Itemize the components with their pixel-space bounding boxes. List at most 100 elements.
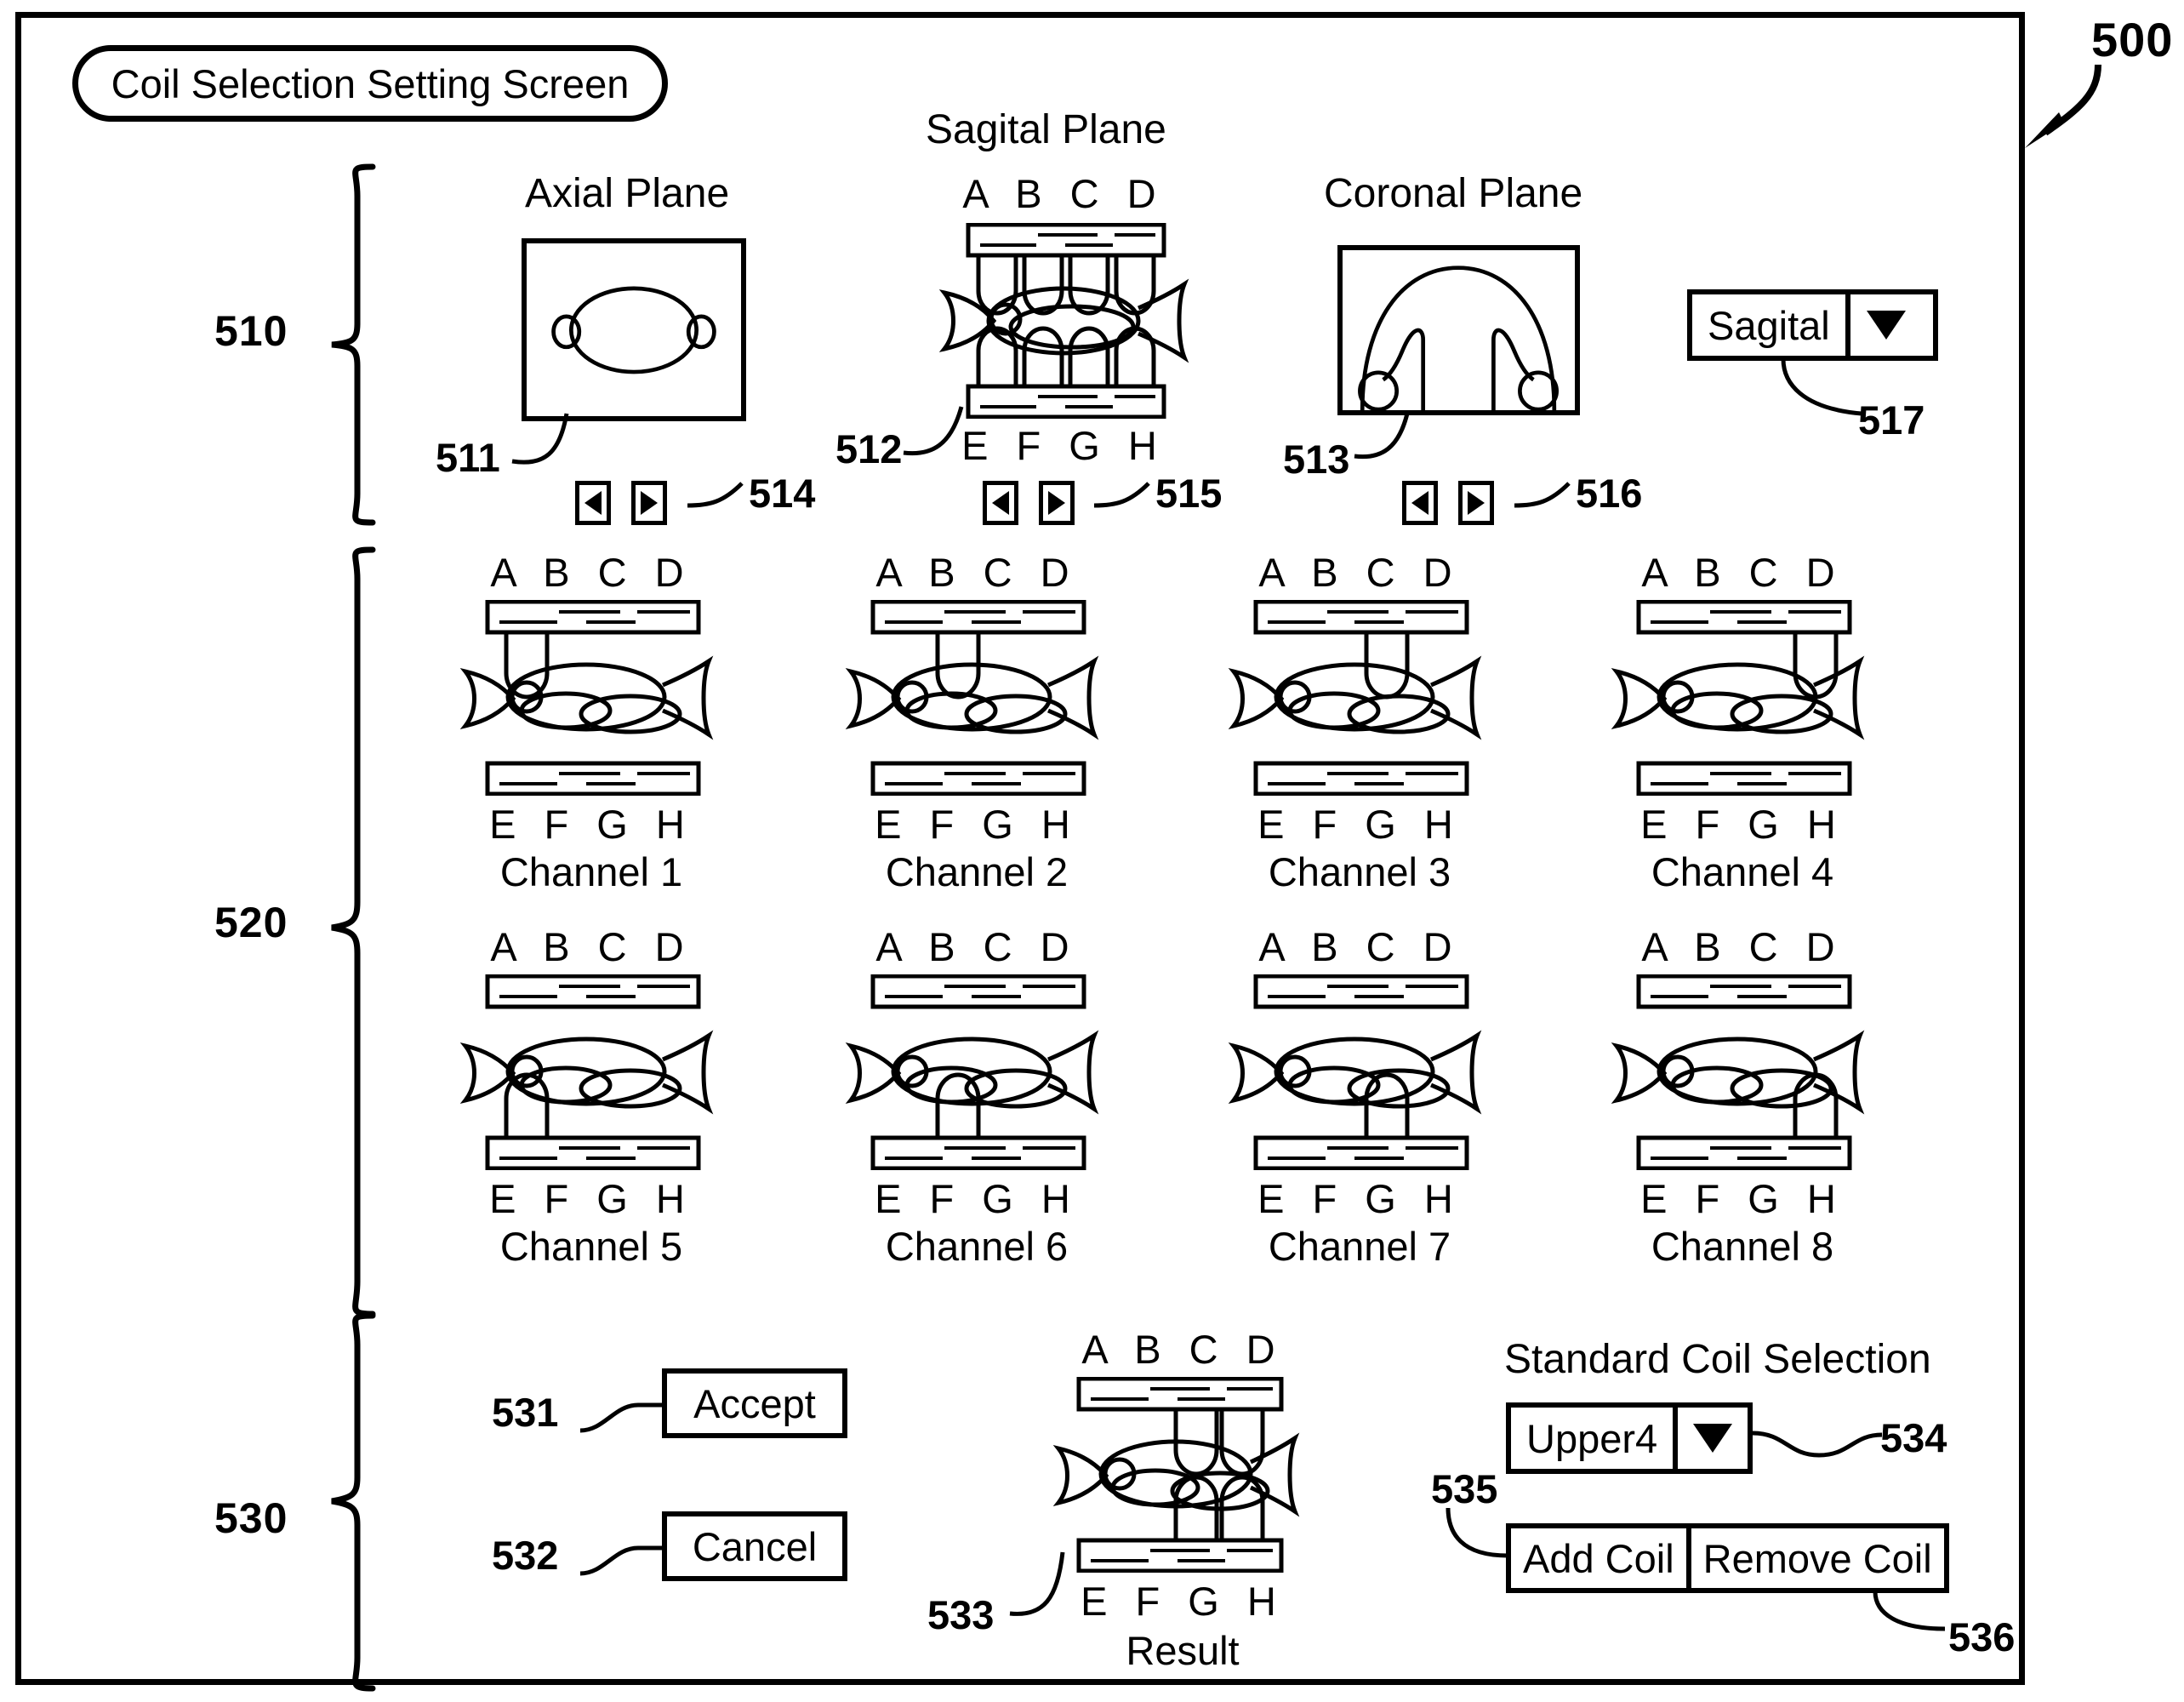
standard-coil-value: Upper4: [1526, 1415, 1658, 1461]
leader-534: [1752, 1431, 1883, 1458]
result-caption: Result: [1126, 1628, 1240, 1673]
triangle-down-icon: [1693, 1424, 1733, 1453]
sagital-plane-image: [938, 223, 1189, 419]
plane-select-value: Sagital: [1708, 302, 1830, 348]
page-title-text: Coil Selection Setting Screen: [111, 60, 630, 106]
result-top-letters: A B C D: [1081, 1327, 1284, 1372]
ref-531: 531: [492, 1390, 559, 1435]
standard-coil-heading: Standard Coil Selection: [1504, 1337, 1931, 1382]
triangle-right-icon: [1048, 491, 1065, 515]
sagital-prev-button[interactable]: [983, 481, 1018, 525]
section-ref-530: 530: [214, 1494, 288, 1542]
channel-image: [1228, 974, 1482, 1170]
coronal-plane-title: Coronal Plane: [1324, 171, 1583, 216]
channel-bottom-letters: E F G H: [1640, 1176, 1845, 1221]
axial-plane-stepper[interactable]: [575, 481, 667, 525]
brace-510: [331, 163, 376, 526]
triangle-down-icon: [1866, 311, 1906, 340]
channel-top-letters: A B C D: [1641, 550, 1844, 595]
leader-531: [579, 1402, 667, 1433]
channel-bottom-letters: E F G H: [489, 802, 693, 847]
screen-title-pill: Coil Selection Setting Screen: [72, 45, 668, 122]
coronal-plane-panel[interactable]: [1337, 245, 1580, 415]
coronal-prev-button[interactable]: [1402, 481, 1438, 525]
figure-ref-arrow-icon: [2025, 64, 2101, 148]
channel-image: [845, 974, 1099, 1170]
coil-action-buttons[interactable]: Add Coil Remove Coil: [1506, 1523, 1949, 1593]
channel-caption: Channel 6: [885, 1224, 1069, 1269]
plane-select-dropdown[interactable]: Sagital: [1687, 289, 1938, 361]
ref-511: 511: [436, 435, 500, 480]
channel-thumbnail[interactable]: A B C D E F G H Channel 3: [1215, 549, 1504, 894]
channel-caption: Channel 8: [1651, 1224, 1834, 1269]
channel-bottom-letters: E F G H: [1257, 802, 1462, 847]
axial-prev-button[interactable]: [575, 481, 611, 525]
ref-535: 535: [1431, 1466, 1498, 1511]
add-coil-button[interactable]: Add Coil: [1511, 1528, 1686, 1588]
ref-513: 513: [1283, 437, 1350, 482]
channel-image: [1611, 974, 1865, 1170]
brace-520: [331, 546, 376, 1317]
channel-top-letters: A B C D: [875, 550, 1078, 595]
remove-coil-button[interactable]: Remove Coil: [1685, 1528, 1944, 1588]
triangle-right-icon: [641, 491, 658, 515]
channel-bottom-letters: E F G H: [1640, 802, 1845, 847]
channel-caption: Channel 7: [1268, 1224, 1451, 1269]
standard-coil-arrow-button[interactable]: [1673, 1408, 1748, 1469]
sagital-plane-title: Sagital Plane: [926, 107, 1166, 152]
channel-thumbnail[interactable]: A B C D E F G H Channel 4: [1598, 549, 1887, 894]
coronal-plane-image: [1358, 266, 1559, 410]
channel-caption: Channel 1: [499, 849, 683, 894]
channel-caption: Channel 3: [1268, 849, 1451, 894]
channel-thumbnail[interactable]: A B C D E F G H Channel 1: [447, 549, 736, 894]
leader-536: [1873, 1591, 1946, 1631]
leader-516: [1514, 482, 1571, 508]
channel-thumbnail[interactable]: A B C D E F G H Channel 8: [1598, 923, 1887, 1269]
axial-next-button[interactable]: [631, 481, 667, 525]
channel-thumbnail[interactable]: A B C D E F G H Channel 6: [832, 923, 1121, 1269]
leader-532: [579, 1545, 667, 1576]
ref-534: 534: [1880, 1415, 1947, 1460]
channel-image: [1611, 600, 1865, 796]
cancel-button[interactable]: Cancel: [662, 1511, 847, 1581]
axial-plane-panel[interactable]: [522, 238, 746, 421]
leader-514: [687, 482, 744, 508]
ref-532: 532: [492, 1533, 559, 1578]
standard-coil-dropdown[interactable]: Upper4: [1506, 1402, 1753, 1474]
channel-image: [459, 600, 714, 796]
channel-thumbnail[interactable]: A B C D E F G H Channel 2: [832, 549, 1121, 894]
ref-533: 533: [927, 1592, 995, 1637]
coronal-next-button[interactable]: [1458, 481, 1494, 525]
ref-512: 512: [835, 426, 903, 471]
brace-530: [331, 1312, 376, 1692]
channel-top-letters: A B C D: [1258, 550, 1461, 595]
channel-top-letters: A B C D: [490, 550, 693, 595]
leader-512: [903, 406, 964, 456]
result-image: [1052, 1377, 1300, 1573]
accept-button[interactable]: Accept: [662, 1368, 847, 1438]
triangle-right-icon: [1468, 491, 1485, 515]
channel-top-letters: A B C D: [490, 924, 693, 969]
section-ref-510: 510: [214, 307, 288, 355]
figure-page: 500 Coil Selection Setting Screen 510 Ax…: [0, 0, 2184, 1702]
channel-thumbnail[interactable]: A B C D E F G H Channel 5: [447, 923, 736, 1269]
sagital-plane-stepper[interactable]: [983, 481, 1075, 525]
sagital-next-button[interactable]: [1039, 481, 1075, 525]
channel-bottom-letters: E F G H: [489, 1176, 693, 1221]
sagital-top-letters: A B C D: [962, 171, 1165, 216]
channel-caption: Channel 5: [499, 1224, 683, 1269]
channel-caption: Channel 4: [1651, 849, 1834, 894]
axial-plane-image: [551, 286, 716, 374]
triangle-left-icon: [1411, 491, 1428, 515]
channel-bottom-letters: E F G H: [1257, 1176, 1462, 1221]
coronal-plane-stepper[interactable]: [1402, 481, 1494, 525]
leader-517: [1781, 358, 1862, 416]
channel-thumbnail[interactable]: A B C D E F G H Channel 7: [1215, 923, 1504, 1269]
channel-bottom-letters: E F G H: [875, 802, 1079, 847]
plane-select-arrow-button[interactable]: [1845, 294, 1922, 356]
leader-513: [1354, 413, 1410, 460]
channel-bottom-letters: E F G H: [875, 1176, 1079, 1221]
axial-plane-title: Axial Plane: [525, 171, 730, 216]
section-ref-520: 520: [214, 899, 288, 946]
channel-top-letters: A B C D: [875, 924, 1078, 969]
